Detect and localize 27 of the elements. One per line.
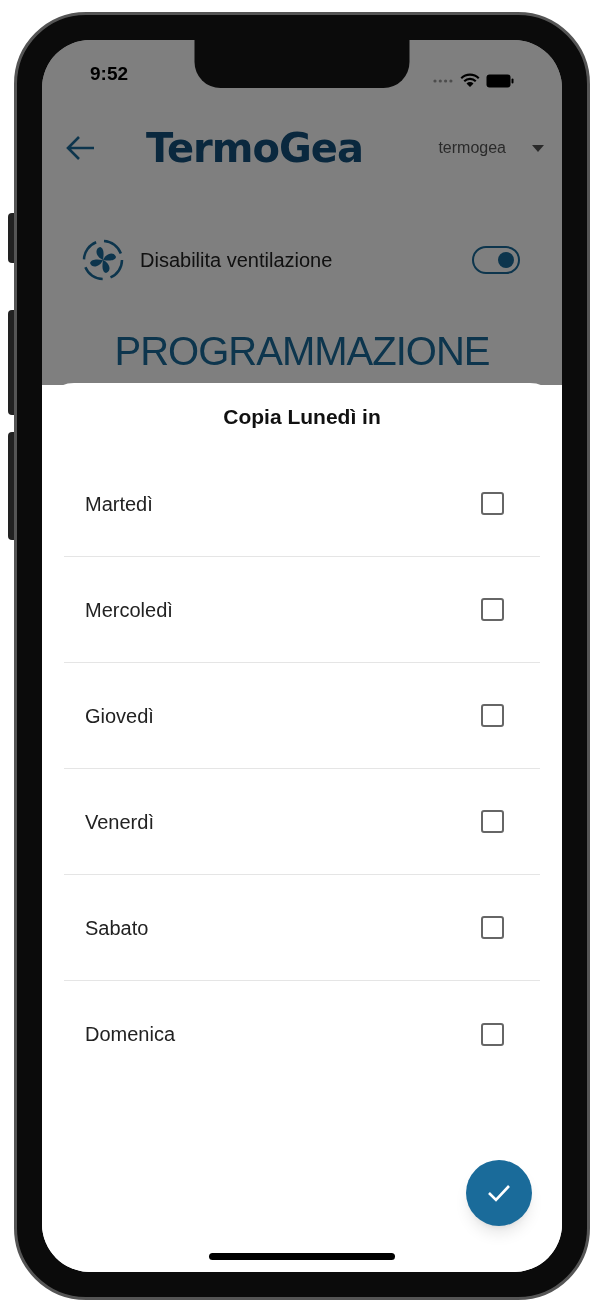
page-title: PROGRAMMAZIONE: [114, 330, 490, 372]
battery-icon: [486, 73, 514, 88]
signal-icon: [432, 77, 454, 84]
caret-icon: [532, 144, 544, 152]
day-option[interactable]: Giovedì: [64, 663, 540, 769]
check-icon: [487, 1184, 511, 1202]
ventilation-label: Disabilita ventilazione: [140, 248, 333, 273]
checkbox[interactable]: [481, 704, 504, 727]
wifi-icon: [460, 73, 480, 88]
fan-icon: [82, 239, 124, 281]
day-option[interactable]: Martedì: [64, 451, 540, 557]
checkbox[interactable]: [481, 1022, 504, 1046]
checkbox[interactable]: [481, 916, 504, 939]
checkbox[interactable]: [481, 810, 504, 833]
day-option[interactable]: Sabato: [64, 875, 540, 981]
day-option[interactable]: Mercoledì: [64, 557, 540, 663]
confirm-button[interactable]: [466, 1160, 532, 1226]
checkbox[interactable]: [481, 598, 504, 621]
day-option[interactable]: Venerdì: [64, 769, 540, 875]
account-dropdown[interactable]: termogea: [438, 136, 544, 160]
status-time: 9:52: [90, 61, 129, 86]
checkbox[interactable]: [481, 492, 504, 515]
logo: TermoGea: [146, 124, 363, 173]
ventilation-toggle[interactable]: [472, 246, 520, 274]
sheet-title: Copia Lunedì in: [223, 404, 381, 431]
back-arrow-icon[interactable]: [66, 135, 96, 161]
day-option[interactable]: Domenica: [64, 981, 540, 1087]
